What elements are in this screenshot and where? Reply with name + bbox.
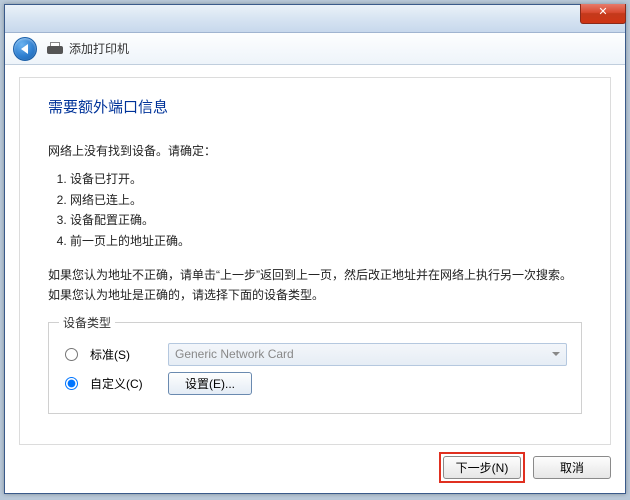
checklist-item: 设备配置正确。 [70, 210, 582, 230]
wizard-header: 添加打印机 [5, 33, 625, 65]
next-highlight: 下一步(N) [439, 452, 525, 483]
page-heading: 需要额外端口信息 [48, 96, 582, 117]
checklist: 设备已打开。 网络已连上。 设备配置正确。 前一页上的地址正确。 [48, 169, 582, 251]
standard-label: 标准(S) [90, 346, 160, 363]
advice-text: 如果您认为地址不正确，请单击“上一步”返回到上一页，然后改正地址并在网络上执行另… [48, 265, 582, 306]
standard-radio[interactable] [65, 348, 78, 361]
next-button[interactable]: 下一步(N) [443, 456, 521, 479]
cancel-button[interactable]: 取消 [533, 456, 611, 479]
content-panel: 需要额外端口信息 网络上没有找到设备。请确定： 设备已打开。 网络已连上。 设备… [19, 77, 611, 445]
standard-row: 标准(S) Generic Network Card [63, 343, 567, 366]
device-type-combo[interactable]: Generic Network Card [168, 343, 567, 366]
body-text: 网络上没有找到设备。请确定： 设备已打开。 网络已连上。 设备配置正确。 前一页… [48, 141, 582, 306]
back-arrow-icon [21, 44, 28, 54]
checklist-item: 前一页上的地址正确。 [70, 231, 582, 251]
wizard-footer: 下一步(N) 取消 [19, 451, 611, 483]
checklist-item: 设备已打开。 [70, 169, 582, 189]
intro-text: 网络上没有找到设备。请确定： [48, 141, 582, 161]
combo-value: Generic Network Card [175, 347, 294, 361]
custom-label: 自定义(C) [90, 375, 160, 392]
header-title: 添加打印机 [69, 40, 129, 57]
chevron-down-icon [552, 352, 560, 356]
custom-row: 自定义(C) 设置(E)... [63, 372, 567, 395]
printer-icon [47, 42, 63, 56]
window-close-button[interactable]: ✕ [580, 4, 626, 24]
custom-radio[interactable] [65, 377, 78, 390]
settings-button[interactable]: 设置(E)... [168, 372, 252, 395]
group-legend: 设备类型 [59, 314, 115, 331]
checklist-item: 网络已连上。 [70, 190, 582, 210]
wizard-window: ✕ 添加打印机 需要额外端口信息 网络上没有找到设备。请确定： 设备已打开。 网… [4, 4, 626, 494]
close-icon: ✕ [598, 6, 607, 18]
back-button[interactable] [13, 37, 37, 61]
titlebar: ✕ [5, 5, 625, 33]
device-type-group: 设备类型 标准(S) Generic Network Card 自定义(C) 设… [48, 322, 582, 414]
